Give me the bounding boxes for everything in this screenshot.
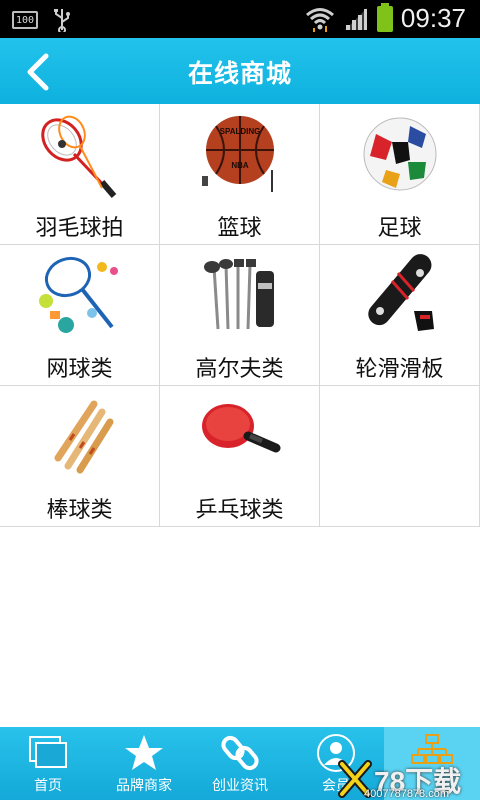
category-badminton[interactable]: 羽毛球拍 [0,104,160,245]
golf-clubs-image [203,259,274,330]
signal-icon [344,7,367,30]
category-label: 轮滑滑板 [355,357,444,382]
category-table-tennis[interactable]: 乒乓球类 [160,386,320,527]
link-icon [221,735,259,771]
category-skateboard[interactable]: 轮滑滑板 [320,245,480,386]
watermark: 78下载 4007787878.com [338,760,480,800]
home-windows-icon [29,736,67,768]
category-grid: 羽毛球拍 SPALDING NBA 篮球 足球 网球类 高尔夫类 轮滑滑板 棒球… [0,104,480,527]
wifi-icon [305,7,334,32]
category-label: 羽毛球拍 [35,216,124,241]
category-label: 棒球类 [46,498,113,523]
category-baseball[interactable]: 棒球类 [0,386,160,527]
nav-news[interactable]: 创业资讯 [192,727,288,800]
soccer-ball-image [363,117,436,191]
star-icon [125,735,163,770]
status-bar: 100 09:37 [0,0,480,38]
category-tennis[interactable]: 网球类 [0,245,160,386]
baseball-bats-image [54,400,113,474]
table-tennis-paddle-image [201,404,280,453]
category-basketball[interactable]: SPALDING NBA 篮球 [160,104,320,245]
header-bar: 在线商城 [0,38,480,104]
skateboard-image [367,254,434,331]
usb-icon [54,9,70,32]
category-soccer[interactable]: 足球 [320,104,480,245]
category-label: 高尔夫类 [195,357,284,382]
category-label: 网球类 [46,357,113,382]
category-label: 足球 [377,216,422,241]
badminton-racket-image [40,115,116,198]
battery-charging-icon [376,2,393,32]
category-label: 篮球 [217,216,262,241]
empty-cell [320,386,480,527]
battery-100-icon: 100 [12,11,38,29]
nav-label: 品牌商家 [116,778,172,794]
nav-home[interactable]: 首页 [0,727,96,800]
nav-label: 创业资讯 [212,778,268,794]
watermark-url: 4007787878.com [364,788,450,800]
basketball-image: SPALDING NBA [201,116,274,192]
page-title: 在线商城 [187,59,292,88]
battery-percent-label: 100 [15,14,35,26]
svg-text:NBA: NBA [231,161,249,170]
tennis-gear-image [38,256,118,333]
svg-text:SPALDING: SPALDING [219,127,260,136]
category-label: 乒乓球类 [195,498,284,523]
category-golf[interactable]: 高尔夫类 [160,245,320,386]
nav-brands[interactable]: 品牌商家 [96,727,192,800]
nav-label: 首页 [34,778,62,794]
clock: 09:37 [400,3,466,33]
